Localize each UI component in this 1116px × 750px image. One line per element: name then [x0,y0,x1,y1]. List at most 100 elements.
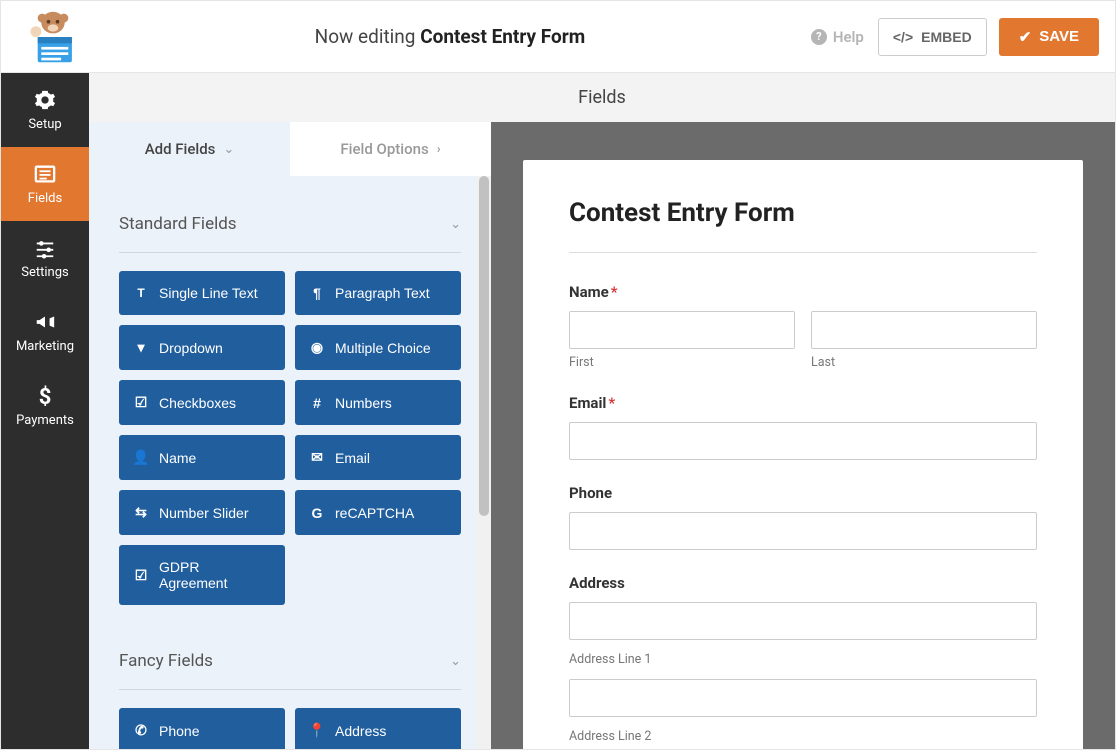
field-type-paragraph-text[interactable]: ¶Paragraph Text [295,271,461,315]
check-icon: ✔ [1019,28,1032,46]
save-label: SAVE [1039,28,1079,45]
sidebar-item-fields[interactable]: Fields [1,147,89,221]
field-type-label: Dropdown [159,340,223,356]
tab-field-options[interactable]: Field Options › [290,122,491,176]
label-text: Name [569,283,609,301]
field-type-label: Name [159,450,196,466]
field-type-multiple-choice[interactable]: ◉ Multiple Choice [295,325,461,370]
sidebar-item-settings[interactable]: Settings [1,221,89,295]
field-type-gdpr-agreement[interactable]: ☑ GDPR Agreement [119,545,285,605]
user-icon: 👤 [133,449,149,466]
field-type-email[interactable]: ✉Email [295,435,461,480]
field-type-address[interactable]: 📍Address [295,708,461,749]
tab-add-fields[interactable]: Add Fields ⌄ [89,122,290,176]
text-icon: T [133,286,149,300]
group-title: Fancy Fields [119,651,213,671]
preview-area: Contest Entry Form Name* First Last [491,122,1115,749]
radio-icon: ◉ [309,339,325,356]
preview-title: Contest Entry Form [569,198,1037,253]
chevron-right-icon: › [437,142,441,157]
label-text: Email [569,394,606,412]
sidebar-label: Setup [28,117,61,132]
required-mark: * [608,394,615,412]
form-name: Contest Entry Form [420,25,585,48]
chevron-down-icon: ⌄ [223,142,234,157]
help-icon: ? [811,29,827,45]
fancy-field-grid: ✆ Phone 📍Address [119,708,461,749]
slider-icon: ⇆ [133,504,149,521]
field-type-label: Paragraph Text [335,285,430,301]
field-type-checkboxes[interactable]: ☑ Checkboxes [119,380,285,425]
field-email[interactable]: Email* [569,394,1037,460]
group-standard-fields[interactable]: Standard Fields ⌄ [119,204,461,253]
hash-icon: # [309,395,325,411]
recaptcha-icon: G [309,505,325,521]
content-header: Fields [89,73,1115,122]
standard-field-grid: T Single Line Text ¶Paragraph Text▾Dropdow… [119,271,461,605]
phone-input[interactable] [569,512,1037,550]
fields-panel: Add Fields ⌄ Field Options › Standard Fi… [89,122,491,749]
sidebar-item-marketing[interactable]: Marketing [1,295,89,369]
address1-input[interactable] [569,602,1037,640]
scrollbar-thumb[interactable] [479,176,489,516]
sidebar-item-setup[interactable]: Setup [1,73,89,147]
dollar-icon: $ [34,385,56,407]
chevron-down-icon: ⌄ [450,217,461,232]
content-body: Add Fields ⌄ Field Options › Standard Fi… [89,122,1115,749]
addr1-sublabel: Address Line 1 [569,652,1037,667]
field-type-label: GDPR Agreement [159,559,271,591]
address2-input[interactable] [569,679,1037,717]
form-icon [34,163,56,185]
name-label: Name* [569,283,1037,301]
bullhorn-icon [34,311,56,333]
email-input[interactable] [569,422,1037,460]
field-type-label: reCAPTCHA [335,505,414,521]
help-link[interactable]: ? Help [811,28,864,46]
save-button[interactable]: ✔ SAVE [999,18,1099,56]
main: Setup Fields Settings Marketing $ Paymen… [1,73,1115,749]
embed-button[interactable]: </> EMBED [878,18,987,56]
addr2-sublabel: Address Line 2 [569,729,1037,744]
field-type-number-slider[interactable]: ⇆ Number Slider [119,490,285,535]
tab-label: Field Options [340,140,428,158]
field-type-label: Email [335,450,370,466]
field-type-label: Phone [159,723,199,739]
field-name[interactable]: Name* First Last [569,283,1037,370]
scrollbar[interactable] [477,176,491,749]
field-type-recaptcha[interactable]: GreCAPTCHA [295,490,461,535]
group-fancy-fields[interactable]: Fancy Fields ⌄ [119,641,461,690]
content: Fields Add Fields ⌄ Field Options › S [89,73,1115,749]
field-type-label: Checkboxes [159,395,236,411]
required-mark: * [611,283,618,301]
phone-icon: ✆ [133,722,149,739]
check-icon: ☑ [133,567,149,584]
form-preview: Contest Entry Form Name* First Last [523,160,1083,749]
field-type-dropdown[interactable]: ▾Dropdown [119,325,285,370]
help-label: Help [833,28,864,46]
field-phone[interactable]: Phone [569,484,1037,550]
field-type-phone[interactable]: ✆ Phone [119,708,285,749]
sidebar-label: Settings [21,265,68,280]
page-title: Now editing Contest Entry Form [89,25,811,48]
tab-label: Add Fields [145,140,216,158]
email-label: Email* [569,394,1037,412]
check-icon: ☑ [133,394,149,411]
chevron-down-icon: ⌄ [450,654,461,669]
address-label: Address [569,574,1037,592]
field-type-label: Single Line Text [159,285,258,301]
top-bar: Now editing Contest Entry Form ? Help </… [1,1,1115,73]
last-name-input[interactable] [811,311,1037,349]
first-name-input[interactable] [569,311,795,349]
pin-icon: 📍 [309,722,325,739]
field-type-name[interactable]: 👤 Name [119,435,285,480]
field-type-label: Multiple Choice [335,340,431,356]
field-address[interactable]: Address Address Line 1 Address Line 2 [569,574,1037,744]
field-type-single-line-text[interactable]: T Single Line Text [119,271,285,315]
group-title: Standard Fields [119,214,237,234]
field-type-numbers[interactable]: #Numbers [295,380,461,425]
sliders-icon [34,237,56,259]
sidebar-label: Marketing [16,339,74,354]
sidebar-label: Payments [16,413,74,428]
field-type-label: Number Slider [159,505,248,521]
sidebar-item-payments[interactable]: $ Payments [1,369,89,443]
